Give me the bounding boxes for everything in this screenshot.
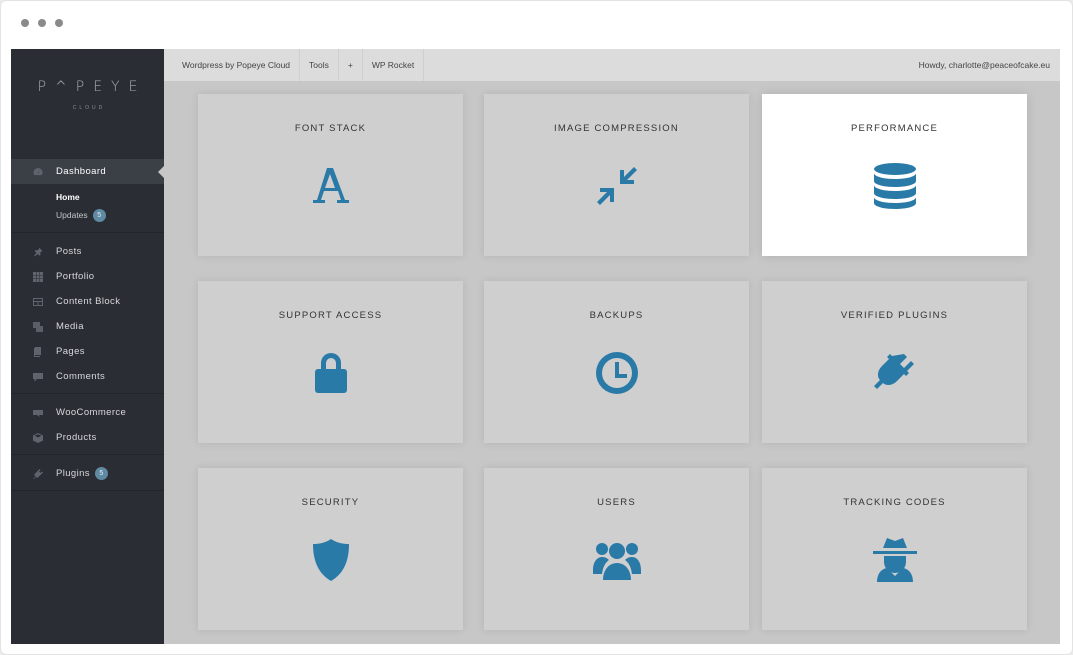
plugin-icon <box>33 468 43 479</box>
comment-icon <box>33 372 43 382</box>
menu-comments[interactable]: Comments <box>11 364 164 389</box>
menu-plugins[interactable]: Plugins 5 <box>11 461 164 486</box>
font-icon <box>307 162 355 210</box>
box-icon <box>33 432 43 443</box>
card-title: USERS <box>597 497 636 508</box>
menu-media-label: Media <box>56 321 84 332</box>
maximize-dot[interactable] <box>55 19 63 27</box>
menu-woocommerce[interactable]: WooCommerce <box>11 400 164 425</box>
clock-icon <box>593 349 641 397</box>
dashboard-submenu: Home Updates 5 <box>11 184 164 228</box>
adminbar-site-link[interactable]: Wordpress by Popeye Cloud <box>164 49 301 81</box>
card-font-stack[interactable]: FONT STACK <box>198 94 463 256</box>
menu-separator <box>11 393 164 394</box>
card-support-access[interactable]: SUPPORT ACCESS <box>198 281 463 443</box>
menu-plugins-label: Plugins <box>56 468 90 479</box>
menu-pages-label: Pages <box>56 346 85 357</box>
card-title: PERFORMANCE <box>850 123 939 134</box>
menu-portfolio[interactable]: Portfolio <box>11 264 164 289</box>
submenu-updates-label: Updates <box>56 210 88 220</box>
menu-content-block[interactable]: Content Block <box>11 289 164 314</box>
grid-icon <box>33 271 43 282</box>
logo[interactable]: P^PEYE CLOUD <box>11 79 164 111</box>
card-title: SECURITY <box>301 497 360 508</box>
close-dot[interactable] <box>21 19 29 27</box>
card-title: IMAGE COMPRESSION <box>554 123 679 134</box>
card-image-compression[interactable]: IMAGE COMPRESSION <box>484 94 749 256</box>
lock-icon <box>307 349 355 397</box>
menu-products[interactable]: Products <box>11 425 164 450</box>
block-icon <box>33 297 43 307</box>
pin-icon <box>33 247 43 257</box>
gauge-icon <box>33 167 43 177</box>
menu-woocommerce-label: WooCommerce <box>56 407 127 418</box>
card-title: BACKUPS <box>589 310 644 321</box>
admin-sidebar: P^PEYE CLOUD Dashboard Home Updates 5 Po… <box>11 49 164 644</box>
woo-icon <box>33 408 43 418</box>
menu-separator <box>11 232 164 233</box>
menu-posts-label: Posts <box>56 246 82 257</box>
window-controls <box>21 19 63 27</box>
media-icon <box>33 321 43 332</box>
admin-bar: Wordpress by Popeye Cloud Tools + WP Roc… <box>164 49 1060 81</box>
card-verified-plugins[interactable]: VERIFIED PLUGINS <box>762 281 1027 443</box>
card-title: FONT STACK <box>294 123 367 134</box>
compress-icon <box>593 162 641 210</box>
menu-pages[interactable]: Pages <box>11 339 164 364</box>
updates-count-badge: 5 <box>92 208 106 222</box>
card-title: TRACKING CODES <box>843 497 946 508</box>
adminbar-new[interactable]: + <box>339 49 363 81</box>
card-performance[interactable]: PERFORMANCE <box>762 94 1027 256</box>
card-title: VERIFIED PLUGINS <box>840 310 949 321</box>
logo-word: P^PEYE <box>37 79 147 95</box>
spy-icon <box>871 536 919 584</box>
adminbar-wp-rocket[interactable]: WP Rocket <box>363 49 425 81</box>
menu-portfolio-label: Portfolio <box>56 271 95 282</box>
menu-posts[interactable]: Posts <box>11 239 164 264</box>
plugins-count-badge: 5 <box>94 467 108 480</box>
menu-dashboard-label: Dashboard <box>56 166 107 177</box>
database-icon <box>871 162 919 210</box>
card-tracking-codes[interactable]: TRACKING CODES <box>762 468 1027 630</box>
admin-menu: Dashboard Home Updates 5 Posts Portfolio… <box>11 159 164 497</box>
submenu-home[interactable]: Home <box>56 188 164 206</box>
adminbar-account[interactable]: Howdy, charlotte@peaceofcake.eu <box>919 60 1060 70</box>
submenu-updates[interactable]: Updates 5 <box>56 206 164 224</box>
menu-content-block-label: Content Block <box>56 296 121 307</box>
adminbar-tools[interactable]: Tools <box>300 49 339 81</box>
card-users[interactable]: USERS <box>484 468 749 630</box>
card-security[interactable]: SECURITY <box>198 468 463 630</box>
menu-comments-label: Comments <box>56 371 106 382</box>
wp-admin: P^PEYE CLOUD Dashboard Home Updates 5 Po… <box>11 49 1060 644</box>
card-title: SUPPORT ACCESS <box>278 310 383 321</box>
shield-icon <box>307 536 355 584</box>
menu-products-label: Products <box>56 432 97 443</box>
browser-window: P^PEYE CLOUD Dashboard Home Updates 5 Po… <box>0 0 1073 655</box>
users-icon <box>592 536 641 584</box>
menu-separator <box>11 490 164 491</box>
menu-media[interactable]: Media <box>11 314 164 339</box>
minimize-dot[interactable] <box>38 19 46 27</box>
pages-icon <box>33 346 43 357</box>
menu-dashboard[interactable]: Dashboard <box>11 159 164 184</box>
logo-sub: CLOUD <box>72 105 106 111</box>
plug-icon <box>871 349 919 397</box>
menu-separator <box>11 454 164 455</box>
card-backups[interactable]: BACKUPS <box>484 281 749 443</box>
